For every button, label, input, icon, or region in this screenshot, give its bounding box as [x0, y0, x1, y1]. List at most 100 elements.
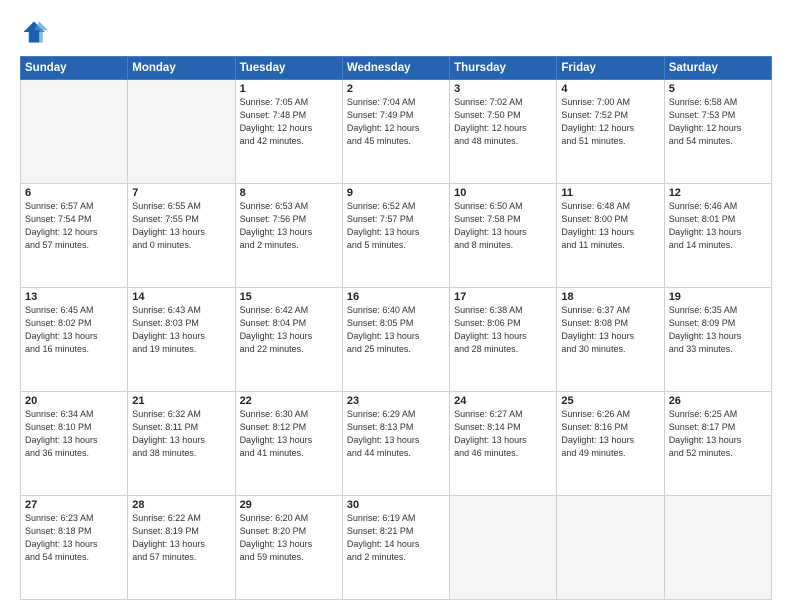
calendar-cell: 19Sunrise: 6:35 AM Sunset: 8:09 PM Dayli… — [664, 288, 771, 392]
day-number: 19 — [669, 291, 767, 303]
day-number: 22 — [240, 395, 338, 407]
day-number: 12 — [669, 187, 767, 199]
day-info: Sunrise: 7:04 AM Sunset: 7:49 PM Dayligh… — [347, 96, 445, 148]
calendar-cell — [21, 80, 128, 184]
calendar-cell: 4Sunrise: 7:00 AM Sunset: 7:52 PM Daylig… — [557, 80, 664, 184]
calendar-cell: 11Sunrise: 6:48 AM Sunset: 8:00 PM Dayli… — [557, 184, 664, 288]
logo-icon — [20, 18, 48, 46]
day-info: Sunrise: 6:19 AM Sunset: 8:21 PM Dayligh… — [347, 512, 445, 564]
day-number: 18 — [561, 291, 659, 303]
day-number: 24 — [454, 395, 552, 407]
day-number: 6 — [25, 187, 123, 199]
day-number: 23 — [347, 395, 445, 407]
calendar-cell: 28Sunrise: 6:22 AM Sunset: 8:19 PM Dayli… — [128, 496, 235, 600]
week-row-1: 1Sunrise: 7:05 AM Sunset: 7:48 PM Daylig… — [21, 80, 772, 184]
day-info: Sunrise: 6:26 AM Sunset: 8:16 PM Dayligh… — [561, 408, 659, 460]
calendar-cell: 20Sunrise: 6:34 AM Sunset: 8:10 PM Dayli… — [21, 392, 128, 496]
day-info: Sunrise: 6:20 AM Sunset: 8:20 PM Dayligh… — [240, 512, 338, 564]
day-info: Sunrise: 6:53 AM Sunset: 7:56 PM Dayligh… — [240, 200, 338, 252]
calendar-cell: 23Sunrise: 6:29 AM Sunset: 8:13 PM Dayli… — [342, 392, 449, 496]
calendar-cell: 12Sunrise: 6:46 AM Sunset: 8:01 PM Dayli… — [664, 184, 771, 288]
day-info: Sunrise: 6:57 AM Sunset: 7:54 PM Dayligh… — [25, 200, 123, 252]
calendar-cell: 24Sunrise: 6:27 AM Sunset: 8:14 PM Dayli… — [450, 392, 557, 496]
day-number: 9 — [347, 187, 445, 199]
day-number: 30 — [347, 499, 445, 511]
day-info: Sunrise: 6:42 AM Sunset: 8:04 PM Dayligh… — [240, 304, 338, 356]
calendar-cell: 10Sunrise: 6:50 AM Sunset: 7:58 PM Dayli… — [450, 184, 557, 288]
day-info: Sunrise: 6:43 AM Sunset: 8:03 PM Dayligh… — [132, 304, 230, 356]
calendar-cell: 3Sunrise: 7:02 AM Sunset: 7:50 PM Daylig… — [450, 80, 557, 184]
day-number: 27 — [25, 499, 123, 511]
logo — [20, 18, 52, 46]
calendar-cell: 1Sunrise: 7:05 AM Sunset: 7:48 PM Daylig… — [235, 80, 342, 184]
day-info: Sunrise: 6:30 AM Sunset: 8:12 PM Dayligh… — [240, 408, 338, 460]
header-day-wednesday: Wednesday — [342, 57, 449, 80]
calendar-cell: 17Sunrise: 6:38 AM Sunset: 8:06 PM Dayli… — [450, 288, 557, 392]
week-row-5: 27Sunrise: 6:23 AM Sunset: 8:18 PM Dayli… — [21, 496, 772, 600]
calendar-cell: 26Sunrise: 6:25 AM Sunset: 8:17 PM Dayli… — [664, 392, 771, 496]
calendar-cell: 14Sunrise: 6:43 AM Sunset: 8:03 PM Dayli… — [128, 288, 235, 392]
day-info: Sunrise: 6:34 AM Sunset: 8:10 PM Dayligh… — [25, 408, 123, 460]
day-info: Sunrise: 7:00 AM Sunset: 7:52 PM Dayligh… — [561, 96, 659, 148]
calendar-cell: 8Sunrise: 6:53 AM Sunset: 7:56 PM Daylig… — [235, 184, 342, 288]
day-info: Sunrise: 7:02 AM Sunset: 7:50 PM Dayligh… — [454, 96, 552, 148]
page: SundayMondayTuesdayWednesdayThursdayFrid… — [0, 0, 792, 612]
header-row: SundayMondayTuesdayWednesdayThursdayFrid… — [21, 57, 772, 80]
day-info: Sunrise: 6:40 AM Sunset: 8:05 PM Dayligh… — [347, 304, 445, 356]
day-info: Sunrise: 6:52 AM Sunset: 7:57 PM Dayligh… — [347, 200, 445, 252]
day-info: Sunrise: 6:45 AM Sunset: 8:02 PM Dayligh… — [25, 304, 123, 356]
header-day-saturday: Saturday — [664, 57, 771, 80]
header-day-tuesday: Tuesday — [235, 57, 342, 80]
day-number: 29 — [240, 499, 338, 511]
calendar-cell — [664, 496, 771, 600]
calendar-cell — [450, 496, 557, 600]
day-number: 4 — [561, 83, 659, 95]
day-number: 7 — [132, 187, 230, 199]
calendar-cell: 2Sunrise: 7:04 AM Sunset: 7:49 PM Daylig… — [342, 80, 449, 184]
header-day-monday: Monday — [128, 57, 235, 80]
day-number: 25 — [561, 395, 659, 407]
calendar-cell: 5Sunrise: 6:58 AM Sunset: 7:53 PM Daylig… — [664, 80, 771, 184]
day-info: Sunrise: 6:29 AM Sunset: 8:13 PM Dayligh… — [347, 408, 445, 460]
calendar-cell: 9Sunrise: 6:52 AM Sunset: 7:57 PM Daylig… — [342, 184, 449, 288]
day-info: Sunrise: 6:22 AM Sunset: 8:19 PM Dayligh… — [132, 512, 230, 564]
day-number: 15 — [240, 291, 338, 303]
calendar-cell: 16Sunrise: 6:40 AM Sunset: 8:05 PM Dayli… — [342, 288, 449, 392]
day-info: Sunrise: 6:46 AM Sunset: 8:01 PM Dayligh… — [669, 200, 767, 252]
day-info: Sunrise: 6:55 AM Sunset: 7:55 PM Dayligh… — [132, 200, 230, 252]
week-row-4: 20Sunrise: 6:34 AM Sunset: 8:10 PM Dayli… — [21, 392, 772, 496]
week-row-3: 13Sunrise: 6:45 AM Sunset: 8:02 PM Dayli… — [21, 288, 772, 392]
week-row-2: 6Sunrise: 6:57 AM Sunset: 7:54 PM Daylig… — [21, 184, 772, 288]
calendar-cell: 21Sunrise: 6:32 AM Sunset: 8:11 PM Dayli… — [128, 392, 235, 496]
day-number: 10 — [454, 187, 552, 199]
calendar-cell — [128, 80, 235, 184]
day-info: Sunrise: 6:23 AM Sunset: 8:18 PM Dayligh… — [25, 512, 123, 564]
header — [20, 18, 772, 46]
day-number: 20 — [25, 395, 123, 407]
day-number: 2 — [347, 83, 445, 95]
calendar-cell: 27Sunrise: 6:23 AM Sunset: 8:18 PM Dayli… — [21, 496, 128, 600]
day-number: 28 — [132, 499, 230, 511]
day-number: 11 — [561, 187, 659, 199]
calendar-cell — [557, 496, 664, 600]
day-number: 21 — [132, 395, 230, 407]
day-info: Sunrise: 6:25 AM Sunset: 8:17 PM Dayligh… — [669, 408, 767, 460]
day-info: Sunrise: 6:37 AM Sunset: 8:08 PM Dayligh… — [561, 304, 659, 356]
day-number: 3 — [454, 83, 552, 95]
day-info: Sunrise: 6:38 AM Sunset: 8:06 PM Dayligh… — [454, 304, 552, 356]
day-number: 16 — [347, 291, 445, 303]
day-info: Sunrise: 6:32 AM Sunset: 8:11 PM Dayligh… — [132, 408, 230, 460]
day-info: Sunrise: 7:05 AM Sunset: 7:48 PM Dayligh… — [240, 96, 338, 148]
calendar-cell: 18Sunrise: 6:37 AM Sunset: 8:08 PM Dayli… — [557, 288, 664, 392]
header-day-thursday: Thursday — [450, 57, 557, 80]
day-number: 8 — [240, 187, 338, 199]
calendar-table: SundayMondayTuesdayWednesdayThursdayFrid… — [20, 56, 772, 600]
day-info: Sunrise: 6:50 AM Sunset: 7:58 PM Dayligh… — [454, 200, 552, 252]
header-day-sunday: Sunday — [21, 57, 128, 80]
day-number: 14 — [132, 291, 230, 303]
calendar-cell: 22Sunrise: 6:30 AM Sunset: 8:12 PM Dayli… — [235, 392, 342, 496]
day-info: Sunrise: 6:48 AM Sunset: 8:00 PM Dayligh… — [561, 200, 659, 252]
calendar-cell: 25Sunrise: 6:26 AM Sunset: 8:16 PM Dayli… — [557, 392, 664, 496]
day-info: Sunrise: 6:58 AM Sunset: 7:53 PM Dayligh… — [669, 96, 767, 148]
calendar-cell: 15Sunrise: 6:42 AM Sunset: 8:04 PM Dayli… — [235, 288, 342, 392]
